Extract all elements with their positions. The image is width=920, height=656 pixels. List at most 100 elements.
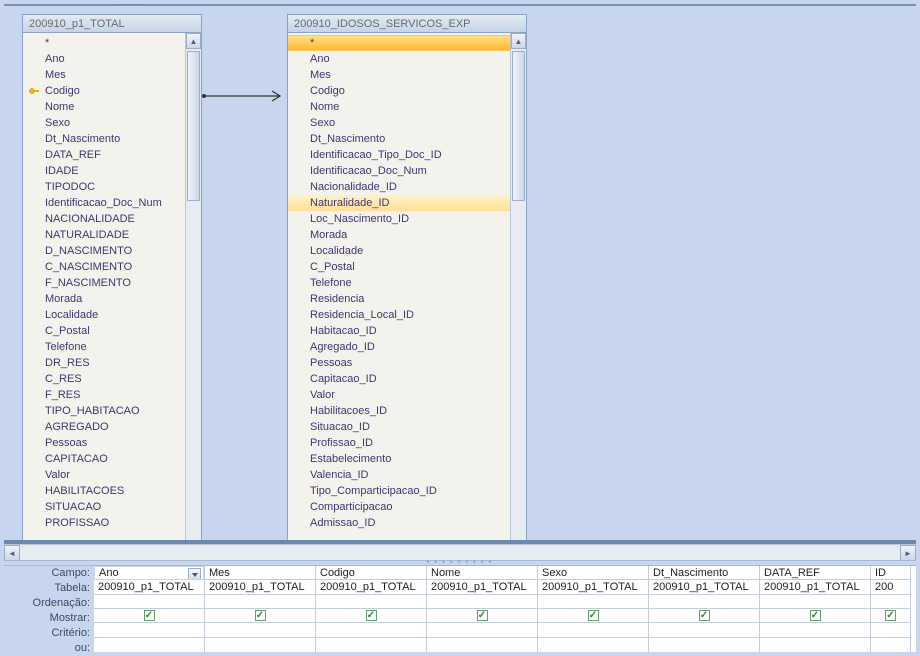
field-row[interactable]: PROFISSAO bbox=[23, 515, 185, 531]
field-row[interactable]: TIPODOC bbox=[23, 179, 185, 195]
field-row[interactable]: F_NASCIMENTO bbox=[23, 275, 185, 291]
show-checkbox[interactable] bbox=[699, 610, 710, 621]
field-row[interactable]: Habitacao_ID bbox=[288, 323, 510, 339]
cell-criterio[interactable] bbox=[760, 623, 870, 637]
cell-ordenacao[interactable] bbox=[649, 595, 759, 609]
cell-ordenacao[interactable] bbox=[94, 595, 204, 609]
field-row[interactable]: Nacionalidade_ID bbox=[288, 179, 510, 195]
cell-mostrar[interactable] bbox=[316, 609, 426, 623]
field-row[interactable]: Sexo bbox=[288, 115, 510, 131]
cell-mostrar[interactable] bbox=[538, 609, 648, 623]
cell-campo[interactable]: ID bbox=[871, 566, 910, 580]
table-title-right[interactable]: 200910_IDOSOS_SERVICOS_EXP bbox=[288, 15, 526, 33]
field-row[interactable]: SITUACAO bbox=[23, 499, 185, 515]
field-row[interactable]: Sexo bbox=[23, 115, 185, 131]
show-checkbox[interactable] bbox=[144, 610, 155, 621]
cell-ordenacao[interactable] bbox=[760, 595, 870, 609]
scroll-thumb-right[interactable] bbox=[512, 51, 525, 201]
grid-column[interactable]: Ano200910_p1_TOTAL bbox=[94, 566, 205, 652]
field-row[interactable]: Dt_Nascimento bbox=[23, 131, 185, 147]
field-row[interactable]: Residencia bbox=[288, 291, 510, 307]
field-row[interactable]: Loc_Nascimento_ID bbox=[288, 211, 510, 227]
show-checkbox[interactable] bbox=[255, 610, 266, 621]
field-row[interactable]: Admissao_ID bbox=[288, 515, 510, 531]
field-row[interactable]: Pessoas bbox=[23, 435, 185, 451]
field-row[interactable]: C_NASCIMENTO bbox=[23, 259, 185, 275]
field-row[interactable]: Habilitacoes_ID bbox=[288, 403, 510, 419]
field-row[interactable]: Tipo_Comparticipacao_ID bbox=[288, 483, 510, 499]
cell-mostrar[interactable] bbox=[649, 609, 759, 623]
field-row[interactable]: Estabelecimento bbox=[288, 451, 510, 467]
cell-ordenacao[interactable] bbox=[205, 595, 315, 609]
cell-tabela[interactable]: 200910_p1_TOTAL bbox=[760, 580, 870, 594]
field-row[interactable]: Ano bbox=[23, 51, 185, 67]
cell-ou[interactable] bbox=[760, 638, 870, 652]
cell-tabela[interactable]: 200910_p1_TOTAL bbox=[427, 580, 537, 594]
cell-ordenacao[interactable] bbox=[316, 595, 426, 609]
show-checkbox[interactable] bbox=[588, 610, 599, 621]
show-checkbox[interactable] bbox=[477, 610, 488, 621]
field-row[interactable]: Morada bbox=[288, 227, 510, 243]
field-row[interactable]: Telefone bbox=[288, 275, 510, 291]
cell-tabela[interactable]: 200 bbox=[871, 580, 910, 594]
grid-column[interactable]: Codigo200910_p1_TOTAL bbox=[316, 566, 427, 652]
cell-mostrar[interactable] bbox=[205, 609, 315, 623]
cell-criterio[interactable] bbox=[316, 623, 426, 637]
cell-campo[interactable]: Sexo bbox=[538, 566, 648, 580]
field-row[interactable]: Identificacao_Tipo_Doc_ID bbox=[288, 147, 510, 163]
field-row[interactable]: DATA_REF bbox=[23, 147, 185, 163]
scroll-right-icon[interactable]: ► bbox=[900, 545, 916, 561]
field-row[interactable]: NATURALIDADE bbox=[23, 227, 185, 243]
cell-criterio[interactable] bbox=[538, 623, 648, 637]
field-row[interactable]: NACIONALIDADE bbox=[23, 211, 185, 227]
diagram-area[interactable]: 200910_p1_TOTAL *AnoMesCodigoNomeSexoDt_… bbox=[4, 4, 916, 544]
cell-ou[interactable] bbox=[871, 638, 910, 652]
field-row[interactable]: Naturalidade_ID bbox=[288, 195, 510, 211]
cell-criterio[interactable] bbox=[94, 623, 204, 637]
grid-column[interactable]: Dt_Nascimento200910_p1_TOTAL bbox=[649, 566, 760, 652]
field-row[interactable]: F_RES bbox=[23, 387, 185, 403]
cell-tabela[interactable]: 200910_p1_TOTAL bbox=[205, 580, 315, 594]
field-row[interactable]: DR_RES bbox=[23, 355, 185, 371]
table-title-left[interactable]: 200910_p1_TOTAL bbox=[23, 15, 201, 33]
field-row[interactable]: Dt_Nascimento bbox=[288, 131, 510, 147]
field-row[interactable]: Codigo bbox=[23, 83, 185, 99]
field-row[interactable]: Localidade bbox=[288, 243, 510, 259]
field-row[interactable]: Mes bbox=[23, 67, 185, 83]
scroll-thumb-left[interactable] bbox=[187, 51, 200, 201]
field-row[interactable]: D_NASCIMENTO bbox=[23, 243, 185, 259]
field-row[interactable]: * bbox=[288, 35, 510, 51]
hscroll-track[interactable] bbox=[20, 545, 900, 560]
cell-mostrar[interactable] bbox=[427, 609, 537, 623]
cell-tabela[interactable]: 200910_p1_TOTAL bbox=[316, 580, 426, 594]
grid-column[interactable]: Sexo200910_p1_TOTAL bbox=[538, 566, 649, 652]
field-row[interactable]: Profissao_ID bbox=[288, 435, 510, 451]
cell-criterio[interactable] bbox=[649, 623, 759, 637]
field-row[interactable]: C_Postal bbox=[23, 323, 185, 339]
cell-criterio[interactable] bbox=[427, 623, 537, 637]
field-row[interactable]: Codigo bbox=[288, 83, 510, 99]
cell-ou[interactable] bbox=[649, 638, 759, 652]
field-row[interactable]: C_Postal bbox=[288, 259, 510, 275]
scroll-left-icon[interactable]: ◄ bbox=[4, 545, 20, 561]
cell-campo[interactable]: Mes bbox=[205, 566, 315, 580]
cell-ou[interactable] bbox=[205, 638, 315, 652]
cell-campo[interactable]: Dt_Nascimento bbox=[649, 566, 759, 580]
field-row[interactable]: Localidade bbox=[23, 307, 185, 323]
cell-campo[interactable]: Ano bbox=[94, 566, 204, 580]
query-grid[interactable]: Campo: Tabela: Ordenação: Mostrar: Crité… bbox=[4, 566, 916, 652]
cell-mostrar[interactable] bbox=[760, 609, 870, 623]
cell-ou[interactable] bbox=[538, 638, 648, 652]
grid-column[interactable]: Mes200910_p1_TOTAL bbox=[205, 566, 316, 652]
scrollbar-right[interactable]: ▲ ▼ bbox=[510, 33, 526, 544]
field-row[interactable]: Valencia_ID bbox=[288, 467, 510, 483]
field-row[interactable]: Comparticipacao bbox=[288, 499, 510, 515]
field-row[interactable]: Ano bbox=[288, 51, 510, 67]
field-row[interactable]: Situacao_ID bbox=[288, 419, 510, 435]
field-row[interactable]: Morada bbox=[23, 291, 185, 307]
field-row[interactable]: IDADE bbox=[23, 163, 185, 179]
field-row[interactable]: AGREGADO bbox=[23, 419, 185, 435]
show-checkbox[interactable] bbox=[810, 610, 821, 621]
field-row[interactable]: Nome bbox=[288, 99, 510, 115]
grid-column[interactable]: DATA_REF200910_p1_TOTAL bbox=[760, 566, 871, 652]
